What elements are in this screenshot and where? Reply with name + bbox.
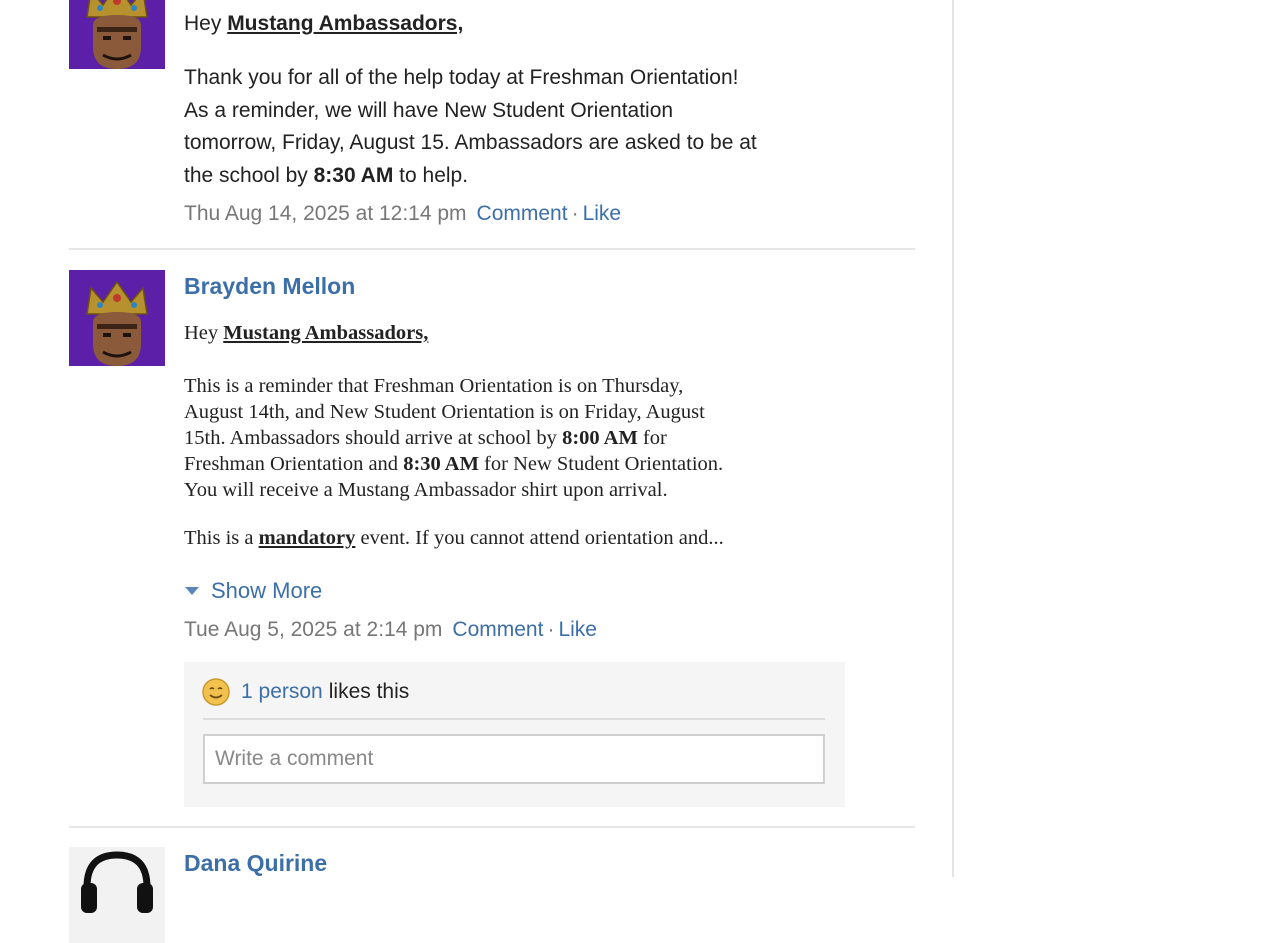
comment-link[interactable]: Comment [452, 618, 543, 641]
post-timestamp: Tue Aug 5, 2025 at 2:14 pm [184, 618, 443, 641]
author-avatar[interactable] [69, 0, 165, 69]
author-avatar[interactable] [69, 270, 165, 366]
author-avatar[interactable] [69, 847, 165, 943]
like-link[interactable]: Like [583, 202, 622, 225]
post-meta: Tue Aug 5, 2025 at 2:14 pm Comment · Like [184, 618, 597, 642]
likes-panel: 1 person likes this [184, 662, 845, 807]
crowned-avatar-icon [69, 270, 165, 366]
likes-count-link[interactable]: 1 person [241, 680, 323, 704]
group-mention[interactable]: Mustang Ambassadors, [227, 12, 463, 35]
meta-separator: · [571, 202, 579, 225]
post-greeting: Hey Mustang Ambassadors, [184, 12, 464, 35]
post-greeting: Hey Mustang Ambassadors, [184, 322, 429, 344]
post-meta: Thu Aug 14, 2025 at 12:14 pm Comment · Like [184, 202, 621, 226]
author-name[interactable]: Brayden Mellon [184, 273, 355, 300]
likes-divider [203, 718, 825, 720]
post-body: Thank you for all of the help today at F… [184, 66, 757, 187]
activity-feed: Hey Mustang Ambassadors, Thank you for a… [0, 0, 952, 943]
likes-summary: 1 person likes this [202, 678, 409, 706]
emphasis-text: mandatory [258, 527, 356, 549]
show-more-button[interactable]: Show More [184, 578, 322, 604]
post-divider [69, 826, 915, 828]
likes-suffix: likes this [328, 680, 410, 703]
meta-separator: · [547, 618, 555, 641]
post-timestamp: Thu Aug 14, 2025 at 12:14 pm [184, 202, 467, 225]
headphones-avatar-icon [69, 847, 165, 943]
group-mention[interactable]: Mustang Ambassadors, [223, 322, 428, 344]
comment-input[interactable] [203, 734, 825, 784]
author-name[interactable]: Dana Quirine [184, 850, 327, 877]
smiley-icon [202, 678, 230, 706]
post-body-paragraph: This is a mandatory event. If you cannot… [184, 527, 724, 549]
triangle-down-icon [185, 587, 199, 595]
post-body: This is a reminder that Freshman Orienta… [184, 375, 724, 501]
crowned-avatar-icon [69, 0, 165, 69]
column-divider [952, 0, 954, 877]
post-divider [69, 248, 915, 250]
like-link[interactable]: Like [558, 618, 597, 641]
comment-link[interactable]: Comment [477, 202, 568, 225]
